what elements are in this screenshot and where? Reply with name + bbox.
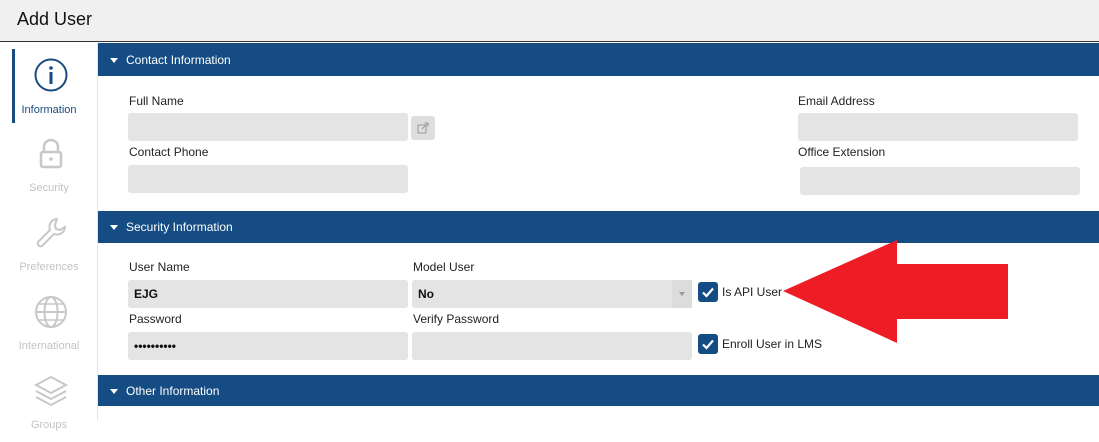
email-field[interactable] <box>798 113 1078 141</box>
window-title: Add User <box>17 9 93 29</box>
title-bar: Add User <box>0 0 1099 42</box>
nav-item-label: Security <box>29 182 69 194</box>
section-title: Contact Information <box>126 52 231 67</box>
checkmark-icon <box>702 287 714 298</box>
nav-item-international[interactable]: International <box>0 284 98 363</box>
api-user-checkbox[interactable] <box>698 282 718 302</box>
model-user-label: Model User <box>413 260 475 274</box>
side-nav: Information Security Preferences Interna… <box>0 43 98 431</box>
caret-down-icon <box>110 57 118 63</box>
nav-item-label: Groups <box>30 419 68 431</box>
name-editor-button[interactable] <box>411 116 435 140</box>
section-header-contact[interactable]: Contact Information <box>98 43 1099 76</box>
model-user-value: No <box>418 287 434 301</box>
username-field[interactable]: EJG <box>128 280 408 308</box>
model-user-select[interactable]: No <box>412 280 692 308</box>
layers-icon <box>33 375 69 407</box>
external-link-icon <box>417 122 429 134</box>
checkmark-icon <box>702 339 714 350</box>
nav-item-label: Information <box>21 104 77 116</box>
full-name-field[interactable] <box>128 113 408 141</box>
nav-item-security[interactable]: Security <box>0 126 98 205</box>
nav-item-information[interactable]: Information <box>0 47 98 126</box>
dropdown-arrow-icon[interactable] <box>672 280 692 308</box>
wrench-icon <box>36 217 67 248</box>
username-label: User Name <box>129 260 190 274</box>
enroll-lms-label: Enroll User in LMS <box>722 337 823 351</box>
caret-down-icon <box>110 225 118 230</box>
enroll-lms-checkbox[interactable] <box>698 334 718 354</box>
office-extension-field[interactable] <box>800 167 1080 195</box>
verify-password-field[interactable] <box>412 332 692 360</box>
verify-password-label: Verify Password <box>413 312 500 326</box>
contact-phone-label: Contact Phone <box>129 145 209 159</box>
info-icon <box>34 58 68 92</box>
nav-item-groups[interactable]: Groups <box>0 363 98 442</box>
nav-item-label: Preferences <box>19 261 79 273</box>
red-arrow-icon <box>783 240 1008 343</box>
password-field[interactable]: •••••••••• <box>128 332 408 360</box>
section-header-security[interactable]: Security Information <box>98 211 1099 243</box>
lock-icon <box>39 138 63 169</box>
globe-icon <box>35 296 67 328</box>
password-label: Password <box>129 312 182 326</box>
full-name-label: Full Name <box>129 94 184 108</box>
office-extension-label: Office Extension <box>798 145 886 159</box>
section-header-other[interactable]: Other Information <box>98 375 1099 406</box>
section-title: Security Information <box>126 220 233 234</box>
email-label: Email Address <box>798 94 875 108</box>
caret-down-icon <box>110 388 118 394</box>
nav-item-label: International <box>18 340 80 352</box>
contact-phone-field[interactable] <box>128 165 408 193</box>
api-user-label: Is API User <box>722 285 783 299</box>
section-title: Other Information <box>126 383 220 398</box>
nav-item-preferences[interactable]: Preferences <box>0 205 98 284</box>
